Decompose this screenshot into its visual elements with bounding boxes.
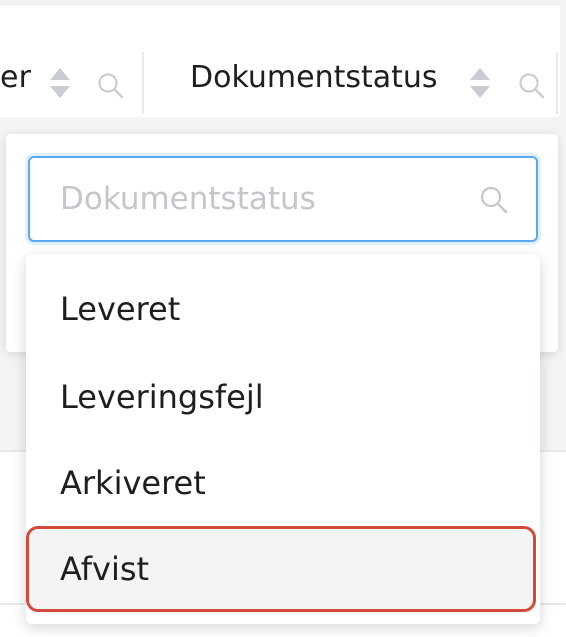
sort-icon[interactable] [50,68,70,102]
sort-descending-icon [470,86,490,98]
column-divider [556,52,558,114]
option-label: Arkiveret [60,464,206,502]
option-leveringsfejl[interactable]: Leveringsfejl [26,354,540,440]
option-arkiveret[interactable]: Arkiveret [26,440,540,526]
column-divider [142,52,144,114]
option-label: Leveringsfejl [60,378,264,416]
filter-search-field[interactable] [28,156,538,242]
table-header: er Dokumentstatus [0,4,560,117]
option-label: Leveret [60,290,181,328]
sort-icon[interactable] [470,68,490,102]
status-options-list: Leveret Leveringsfejl Arkiveret Afvist [26,254,540,624]
sort-descending-icon [50,86,70,98]
search-icon[interactable] [96,71,126,101]
option-afvist[interactable]: Afvist [26,526,536,612]
search-icon [480,186,508,214]
column-header-dokumentstatus: Dokumentstatus [190,60,438,95]
sort-ascending-icon [50,68,70,80]
option-leveret[interactable]: Leveret [26,266,540,352]
search-icon[interactable] [517,71,547,101]
option-label: Afvist [60,550,150,588]
table-area: er Dokumentstatus Dokumentstatus Leveret… [0,0,566,637]
filter-search-input[interactable] [60,158,460,240]
sort-ascending-icon [470,68,490,80]
column-header-label-partial: er [0,60,32,95]
